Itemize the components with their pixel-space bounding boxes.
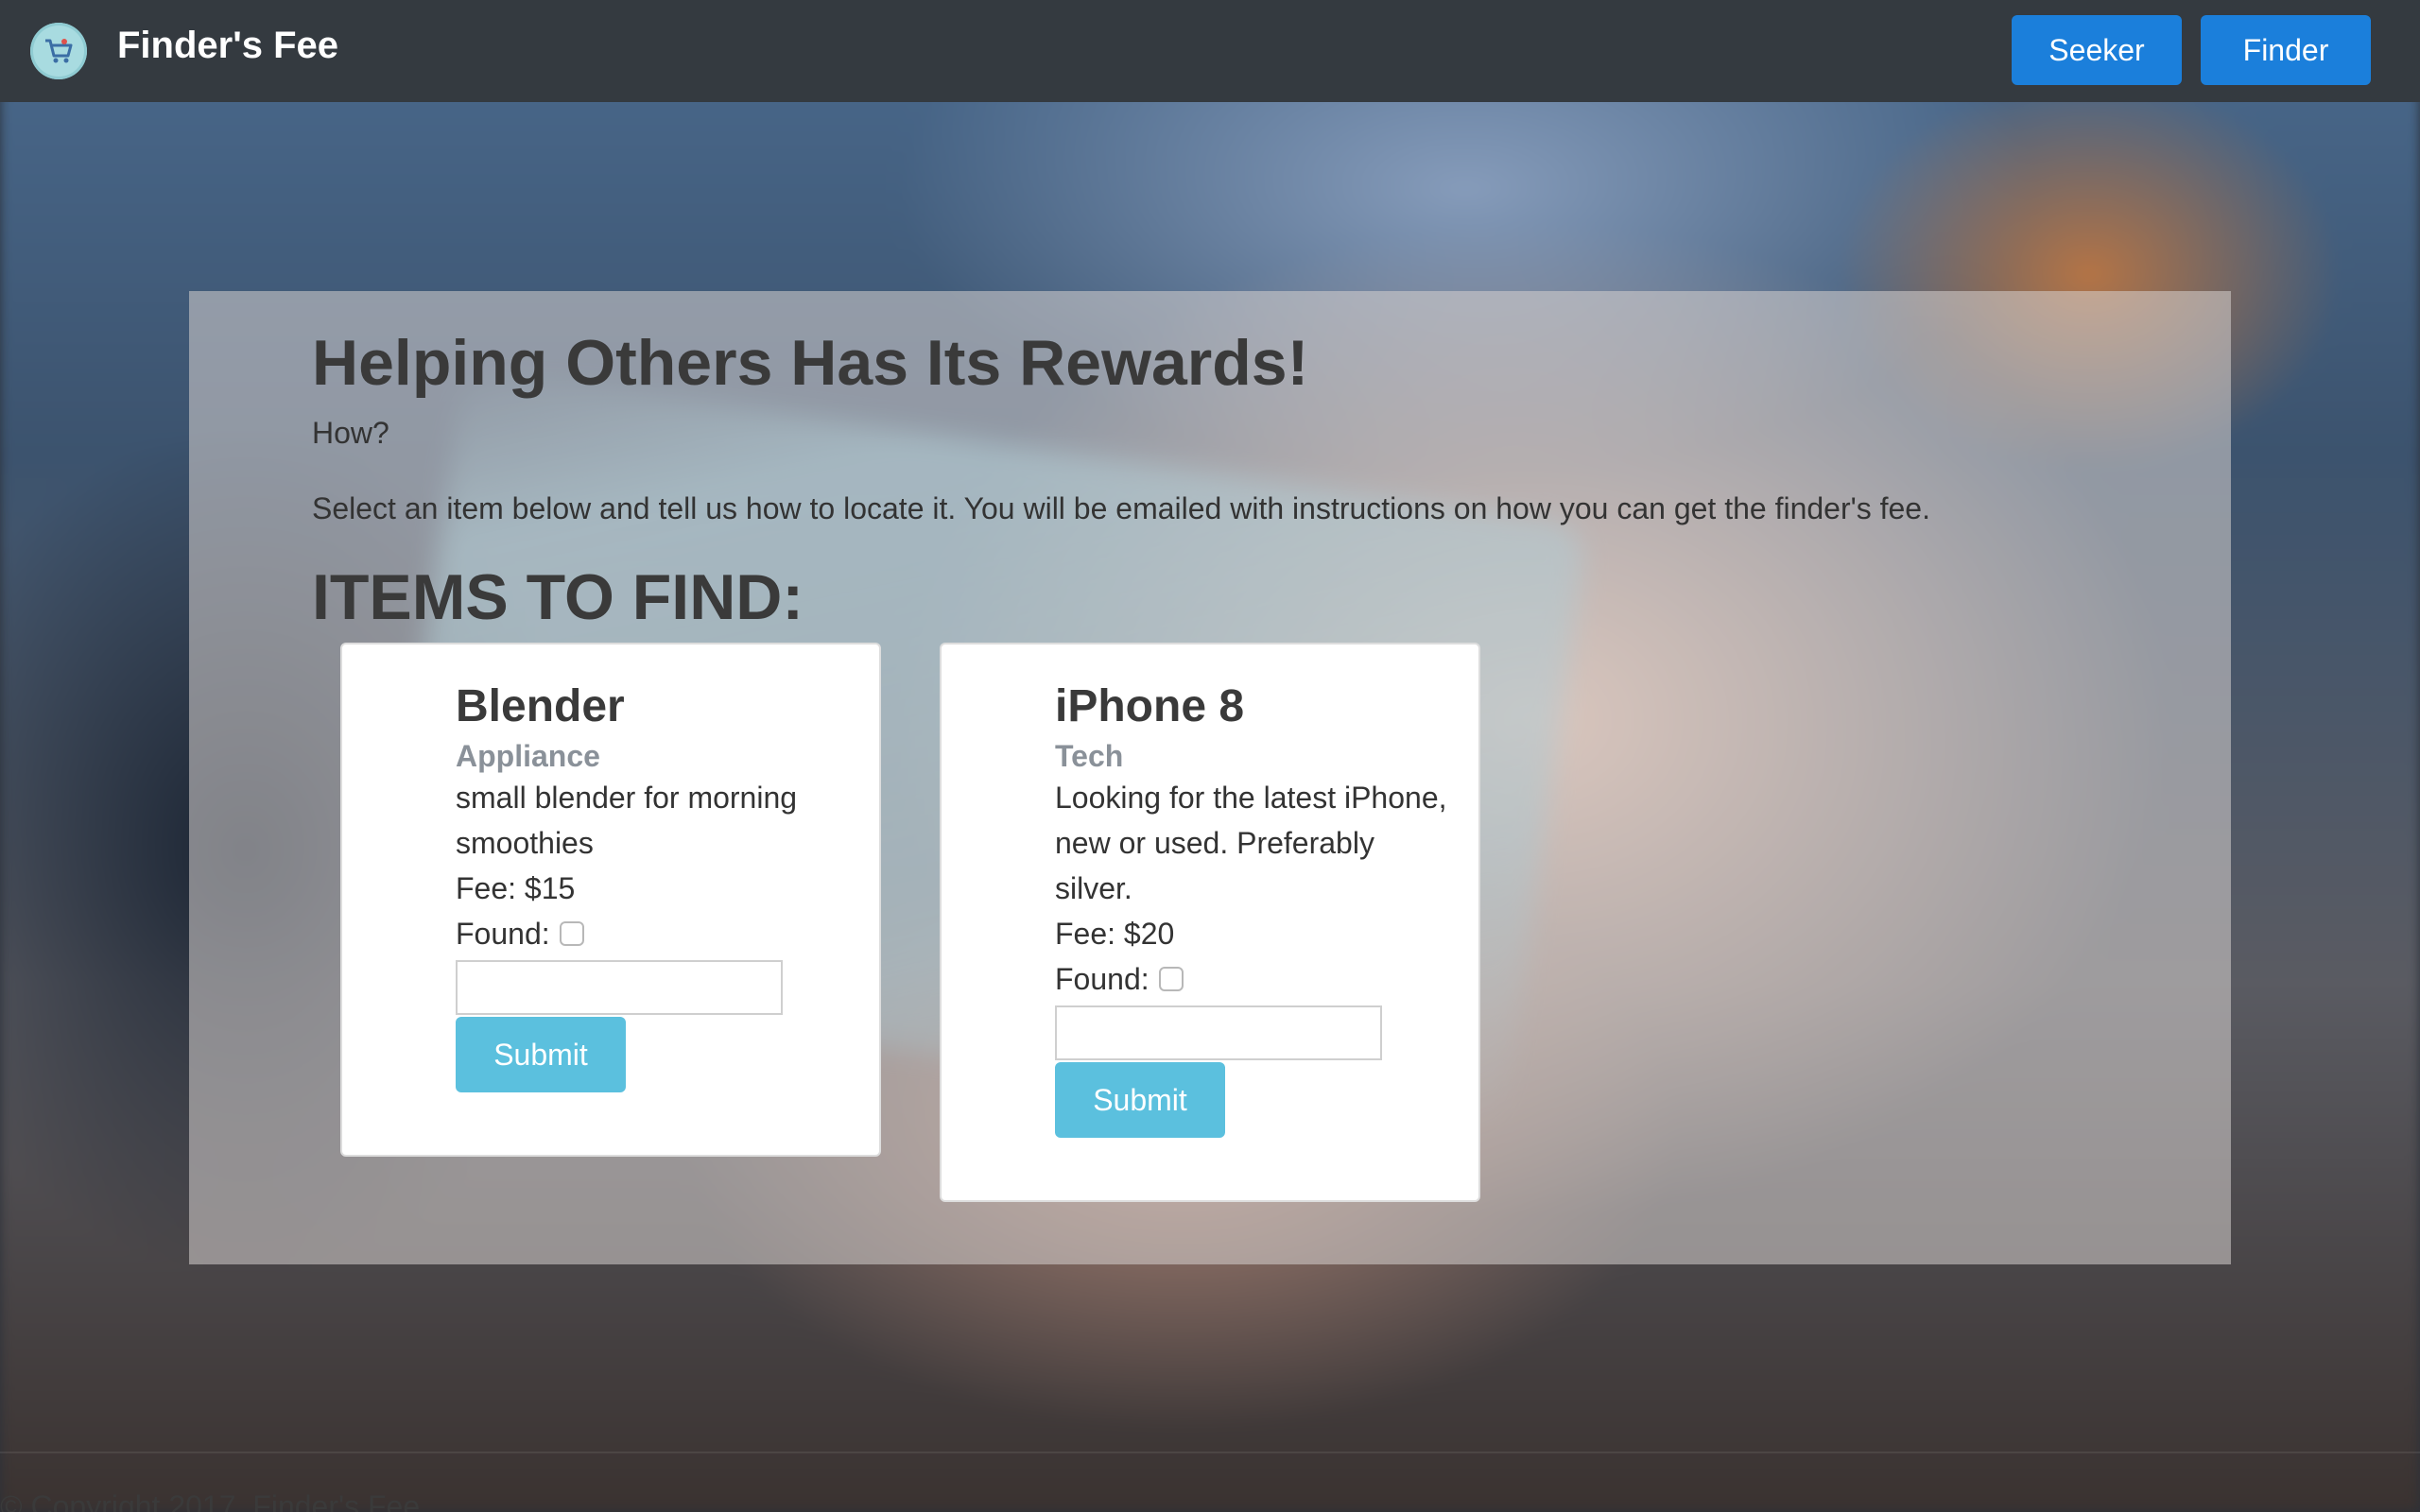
items-heading: ITEMS TO FIND: <box>312 561 804 633</box>
item-fee: Fee: $15 <box>456 871 576 905</box>
item-description: small blender for morning smoothies <box>456 781 798 860</box>
finder-button[interactable]: Finder <box>2201 15 2371 85</box>
item-card: iPhone 8 Tech Looking for the latest iPh… <box>940 643 1480 1202</box>
location-input[interactable] <box>1055 1005 1382 1060</box>
found-checkbox[interactable] <box>1158 967 1184 991</box>
hero-subtitle: How? <box>312 416 389 450</box>
footer-divider <box>0 1452 2420 1453</box>
found-row: Found: <box>456 911 853 956</box>
item-description: Looking for the latest iPhone, new or us… <box>1055 781 1447 905</box>
item-card-body: iPhone 8 Tech Looking for the latest iPh… <box>1055 677 1452 1138</box>
hero-panel: Helping Others Has Its Rewards! How? Sel… <box>189 291 2231 1264</box>
item-category: Tech <box>1055 739 1124 773</box>
shopping-cart-icon[interactable] <box>30 23 87 79</box>
brand-name[interactable]: Finder's Fee <box>117 21 338 70</box>
item-category: Appliance <box>456 739 600 773</box>
item-title: iPhone 8 <box>1055 681 1245 731</box>
item-fee: Fee: $20 <box>1055 917 1175 951</box>
item-card: Blender Appliance small blender for morn… <box>340 643 881 1157</box>
seeker-button[interactable]: Seeker <box>2012 15 2182 85</box>
item-card-body: Blender Appliance small blender for morn… <box>456 677 853 1092</box>
submit-button[interactable]: Submit <box>456 1017 626 1092</box>
hero-instructions: Select an item below and tell us how to … <box>312 491 1930 525</box>
page-title: Helping Others Has Its Rewards! <box>312 327 1309 399</box>
found-label: Found: <box>1055 962 1150 996</box>
navbar: Finder's Fee Seeker Finder <box>0 0 2420 102</box>
found-row: Found: <box>1055 956 1452 1002</box>
item-title: Blender <box>456 681 625 731</box>
footer-copyright: © Copyright 2017, Finder's Fee <box>0 1489 421 1512</box>
submit-button[interactable]: Submit <box>1055 1062 1225 1138</box>
found-checkbox[interactable] <box>559 921 584 946</box>
found-label: Found: <box>456 917 550 951</box>
location-input[interactable] <box>456 960 783 1015</box>
